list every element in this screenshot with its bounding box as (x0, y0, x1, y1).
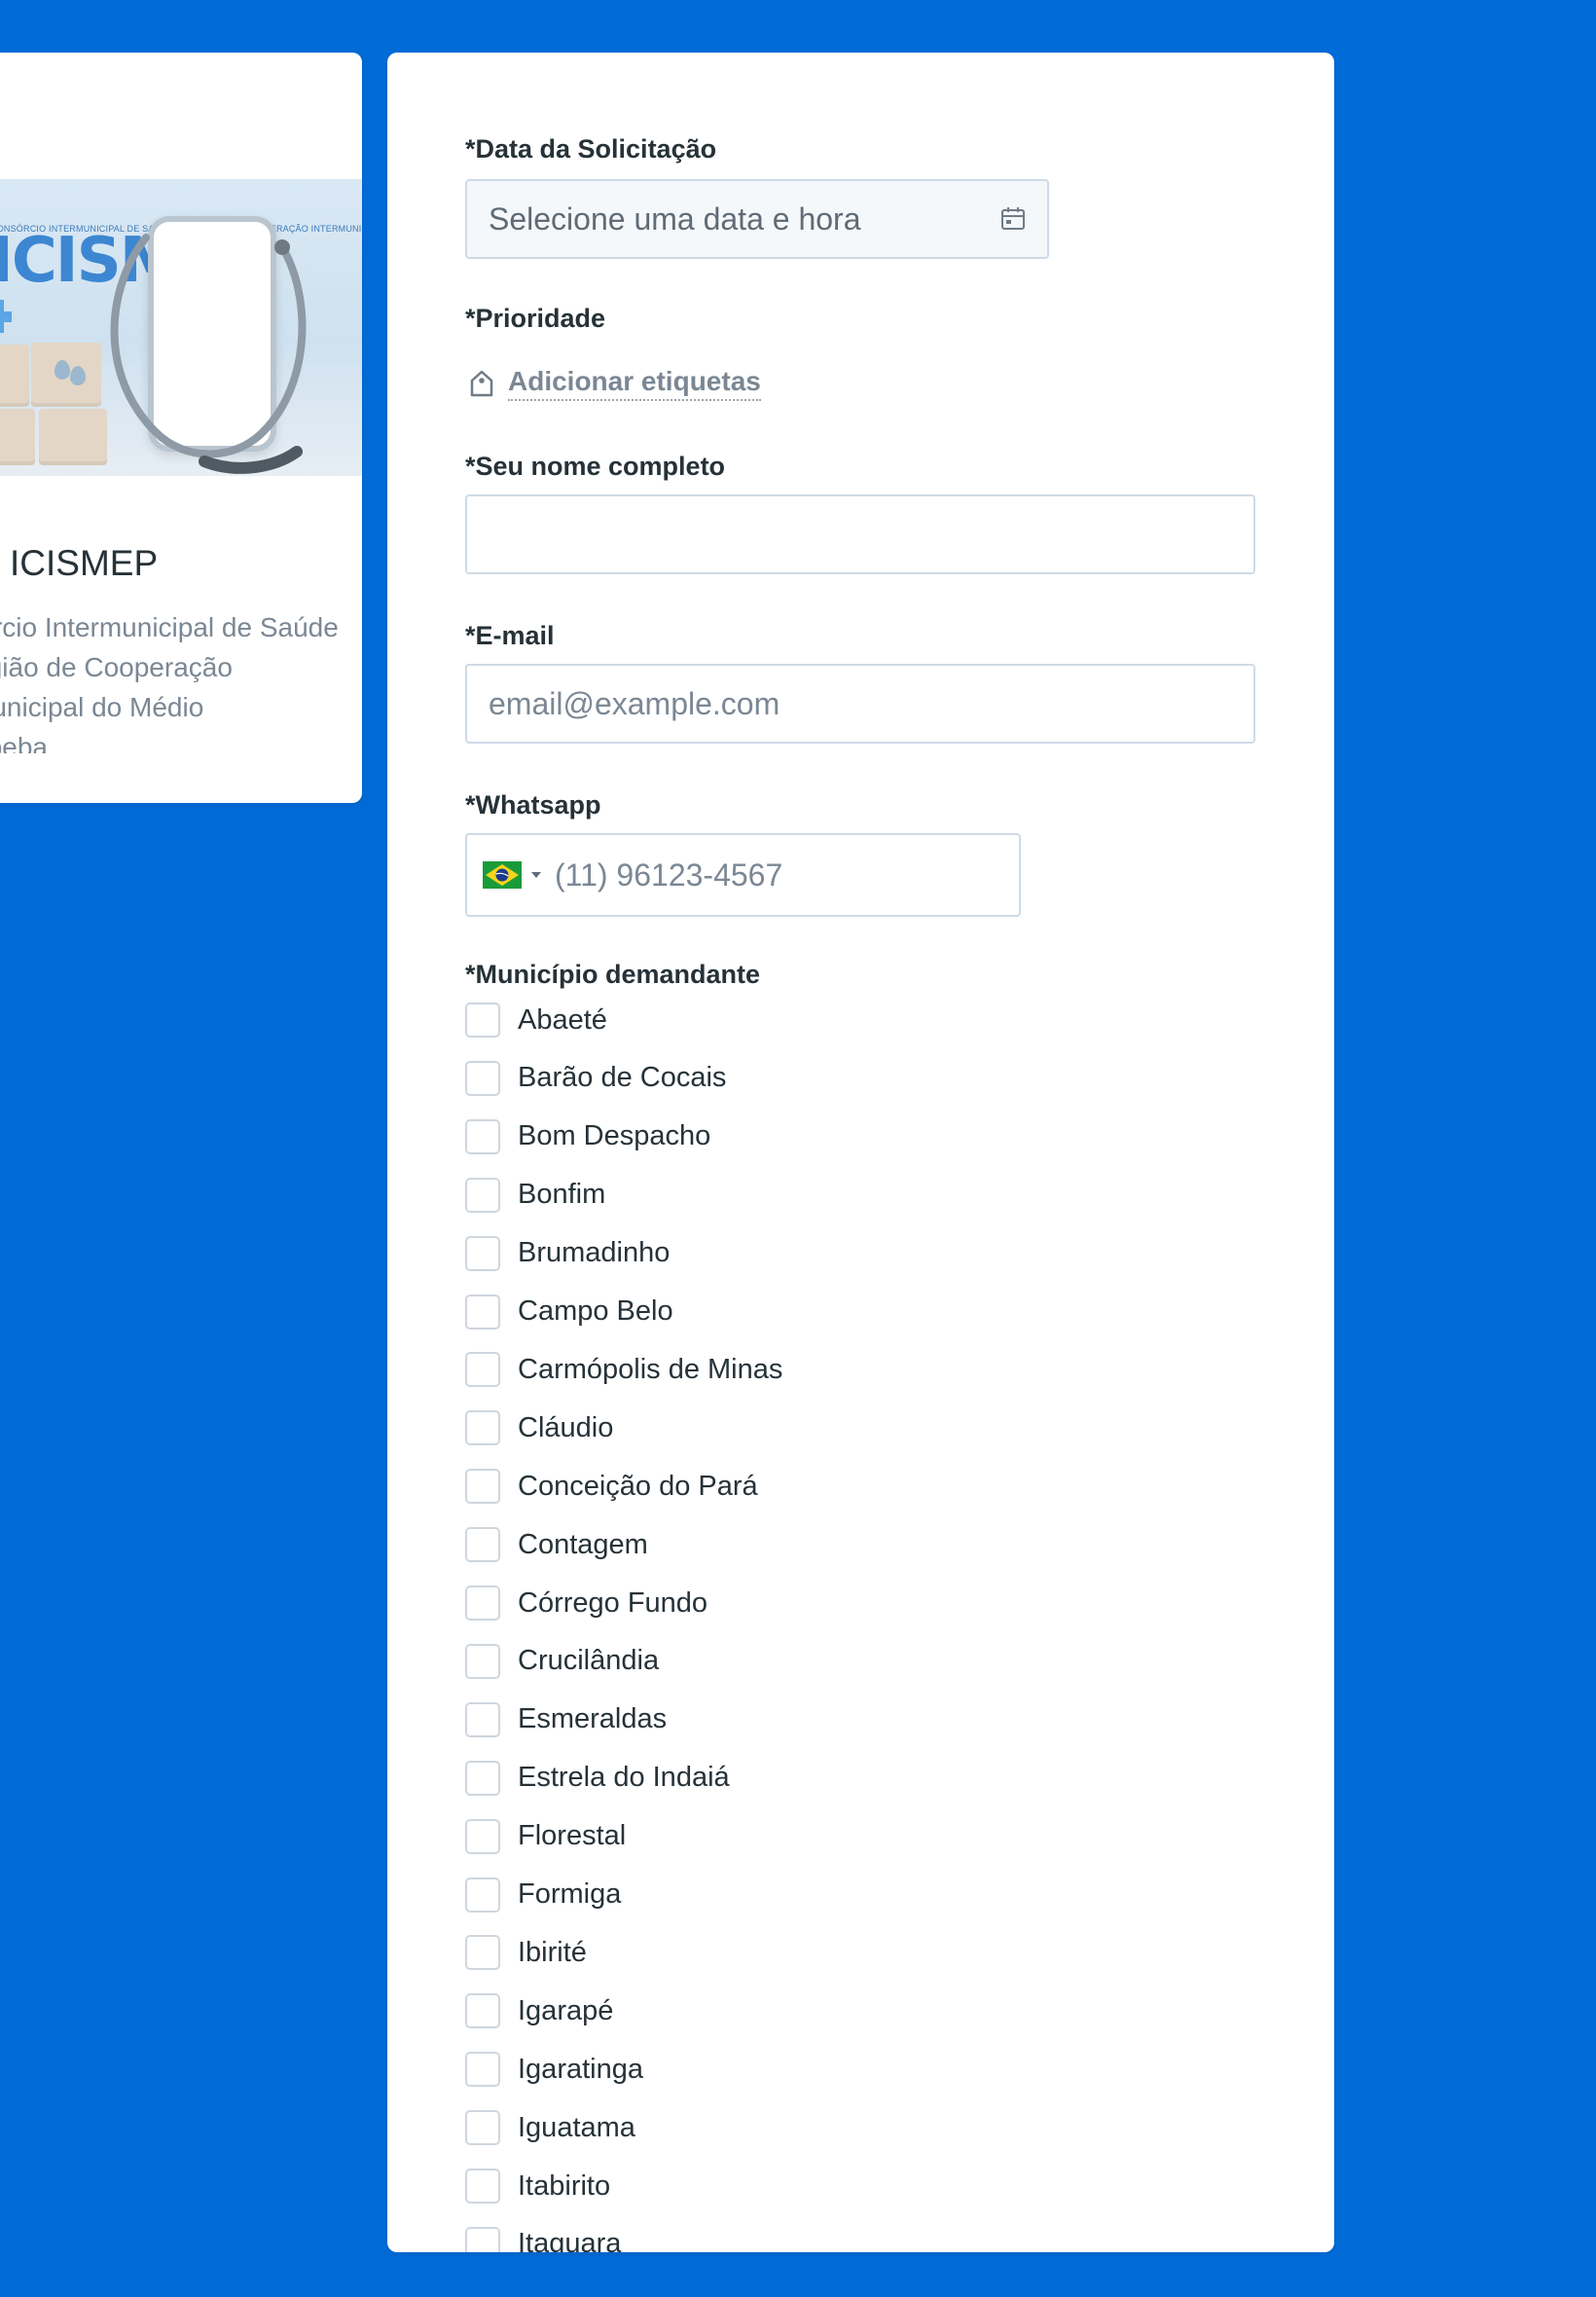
checkbox[interactable] (465, 1760, 500, 1796)
municipality-option-label: Igaratinga (518, 2053, 643, 2085)
checkbox[interactable] (465, 1935, 500, 1971)
municipality-option-label: Córrego Fundo (518, 1586, 708, 1619)
checkbox[interactable] (465, 1643, 500, 1679)
municipality-option-label: Brumadinho (518, 1237, 671, 1269)
municipality-option-label: Cláudio (518, 1411, 614, 1443)
tag-icon (470, 370, 493, 397)
checkbox[interactable] (465, 1527, 500, 1563)
municipality-option[interactable]: Barão de Cocais (465, 1060, 727, 1096)
full-name-label: *Seu nome completo (465, 452, 726, 481)
municipality-option[interactable]: Ibirité (465, 1935, 587, 1971)
checkbox[interactable] (465, 1177, 500, 1213)
checkbox[interactable] (465, 1993, 500, 2029)
municipality-option-label: Abaeté (518, 1003, 607, 1036)
municipality-option-label: Carmópolis de Minas (518, 1353, 783, 1385)
request-form: *Data da Solicitação Selecione uma data … (387, 53, 1334, 2252)
municipality-option[interactable]: Conceição do Pará (465, 1469, 758, 1505)
calendar-icon (1000, 206, 1026, 232)
checkbox[interactable] (465, 1060, 500, 1096)
whatsapp-input[interactable] (553, 834, 1019, 916)
municipality-option[interactable]: Estrela do Indaiá (465, 1760, 730, 1796)
municipality-option[interactable]: Contagem (465, 1527, 648, 1563)
chevron-down-icon (531, 872, 541, 878)
municipality-option[interactable]: Iguatama (465, 2110, 635, 2146)
municipality-option[interactable]: Formiga (465, 1877, 622, 1913)
whatsapp-label: *Whatsapp (465, 790, 601, 820)
municipality-option-label: Conceição do Pará (518, 1470, 758, 1502)
municipality-option-label: Igarapé (518, 1994, 614, 2026)
municipality-option[interactable]: Brumadinho (465, 1235, 671, 1271)
checkbox[interactable] (465, 1877, 500, 1913)
municipality-option[interactable]: Crucilândia (465, 1643, 660, 1679)
municipality-option[interactable]: Campo Belo (465, 1294, 673, 1330)
hero-image: CONSÓRCIO INTERMUNICIPAL DE SAÚDE DA REG… (0, 179, 362, 476)
municipality-option-label: Formiga (518, 1878, 622, 1910)
drop-icon (54, 360, 70, 380)
drop-icon (70, 366, 86, 385)
municipality-option-label: Ibirité (518, 1936, 587, 1968)
municipality-option[interactable]: Bonfim (465, 1177, 606, 1213)
date-picker[interactable]: Selecione uma data e hora (465, 179, 1049, 259)
checkbox[interactable] (465, 2226, 500, 2252)
stethoscope-icon (110, 234, 307, 474)
municipality-option[interactable]: Esmeraldas (465, 1701, 668, 1737)
checkbox[interactable] (465, 1235, 500, 1271)
medical-cross-icon (0, 300, 12, 335)
add-tags-label: Adicionar etiquetas (508, 366, 761, 401)
municipality-option-label: Florestal (518, 1820, 627, 1852)
checkbox[interactable] (465, 1469, 500, 1505)
municipality-option-label: Crucilândia (518, 1645, 660, 1677)
priority-label: *Prioridade (465, 304, 606, 333)
municipality-option[interactable]: Florestal (465, 1818, 627, 1854)
municipality-option[interactable]: Cláudio (465, 1410, 614, 1446)
organization-card: CONSÓRCIO INTERMUNICIPAL DE SAÚDE DA REG… (0, 53, 362, 803)
checkbox[interactable] (465, 1003, 500, 1038)
organization-description-clip: Consórcio Intermunicipal de Saúde da Reg… (0, 607, 362, 753)
municipality-option[interactable]: Bom Despacho (465, 1118, 711, 1154)
municipality-option-label: Barão de Cocais (518, 1062, 727, 1094)
checkbox[interactable] (465, 1410, 500, 1446)
brazil-flag-icon (483, 861, 522, 889)
wooden-block (0, 345, 29, 407)
municipality-option-label: Estrela do Indaiá (518, 1762, 730, 1794)
municipality-option[interactable]: Abaeté (465, 1003, 607, 1038)
wooden-block (0, 409, 35, 465)
municipality-option-label: Bonfim (518, 1179, 606, 1211)
checkbox[interactable] (465, 2110, 500, 2146)
organization-title: ICISMEP (10, 543, 159, 583)
email-label: *E-mail (465, 621, 555, 650)
checkbox[interactable] (465, 1352, 500, 1388)
municipality-option[interactable]: Itabirito (465, 2169, 610, 2204)
municipality-label: *Município demandante (465, 960, 761, 989)
municipality-option[interactable]: Itaguara (465, 2226, 622, 2252)
municipality-option[interactable]: Córrego Fundo (465, 1586, 707, 1621)
email-input[interactable] (465, 664, 1255, 744)
date-label: *Data da Solicitação (465, 134, 717, 164)
checkbox[interactable] (465, 1818, 500, 1854)
municipality-option[interactable]: Carmópolis de Minas (465, 1352, 783, 1388)
checkbox[interactable] (465, 2052, 500, 2088)
municipality-option-label: Itabirito (518, 2169, 611, 2202)
checkbox[interactable] (465, 1118, 500, 1154)
municipality-option-label: Itaguara (518, 2228, 622, 2252)
add-tags-button[interactable]: Adicionar etiquetas (469, 366, 761, 401)
checkbox[interactable] (465, 1701, 500, 1737)
country-code-select[interactable] (467, 835, 553, 915)
checkbox[interactable] (465, 2169, 500, 2204)
full-name-input[interactable] (465, 494, 1255, 574)
municipality-option[interactable]: Igarapé (465, 1993, 614, 2029)
checkbox[interactable] (465, 1586, 500, 1621)
municipality-option-label: Iguatama (518, 2111, 635, 2143)
organization-description: Consórcio Intermunicipal de Saúde da Reg… (0, 612, 339, 753)
checkbox[interactable] (465, 1294, 500, 1330)
whatsapp-field (465, 833, 1021, 917)
municipality-option[interactable]: Igaratinga (465, 2052, 643, 2088)
date-placeholder: Selecione uma data e hora (489, 201, 861, 237)
municipality-option-label: Bom Despacho (518, 1120, 711, 1152)
municipality-option-label: Campo Belo (518, 1295, 673, 1327)
municipality-option-label: Contagem (518, 1528, 648, 1560)
municipality-option-label: Esmeraldas (518, 1703, 668, 1735)
